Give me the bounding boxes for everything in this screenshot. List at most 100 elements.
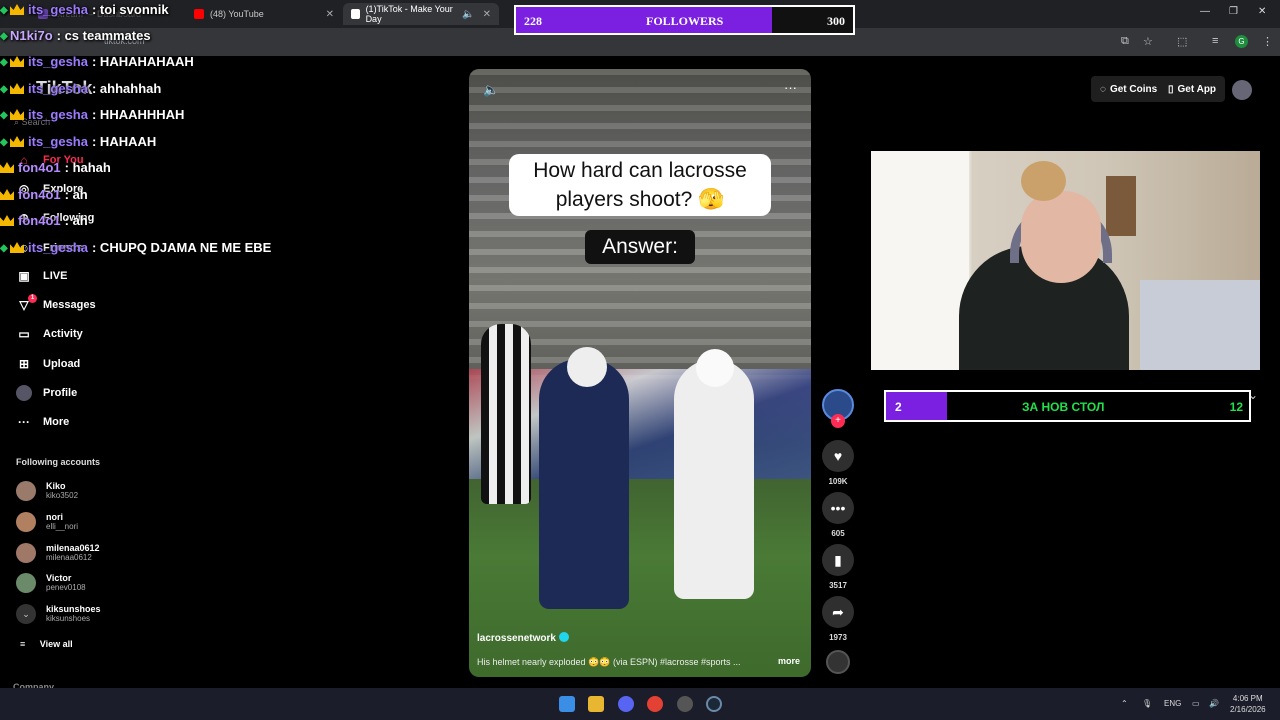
followers-current: 228: [524, 14, 542, 28]
file-explorer-icon[interactable]: [588, 696, 604, 712]
obs-icon[interactable]: [677, 696, 693, 712]
chat-message: fon4o1 : ah: [0, 213, 88, 228]
install-app-icon[interactable]: ⧉: [1121, 35, 1129, 48]
chat-message: ◆ its_gesha : HHAAHHHAH: [0, 107, 184, 122]
account-item[interactable]: Victor penev0108: [16, 573, 86, 593]
share-button[interactable]: ➦: [822, 596, 854, 628]
view-all-link[interactable]: ≡ View all: [20, 639, 73, 649]
chat-message: ◆ its_gesha : HAHAAH: [0, 134, 156, 149]
follow-plus-icon[interactable]: +: [831, 414, 845, 428]
video-more-icon[interactable]: ···: [784, 80, 797, 95]
volume-icon[interactable]: 🔊: [1209, 699, 1219, 708]
network-icon[interactable]: ▭: [1192, 699, 1200, 708]
chrome-icon[interactable]: [647, 696, 663, 712]
get-app-button[interactable]: ▯ Get App: [1162, 77, 1222, 101]
tab-youtube-label: (48) YouTube: [210, 9, 264, 19]
tiktok-chat-icon: ◆: [0, 109, 8, 121]
close-tab-icon[interactable]: ✕: [326, 9, 334, 20]
microphone-icon[interactable]: 🎙: [1142, 699, 1152, 708]
like-button[interactable]: ♥: [822, 440, 854, 472]
reading-list-icon[interactable]: ≡: [1212, 35, 1218, 47]
tab-youtube[interactable]: (48) YouTube ✕: [186, 3, 342, 25]
chat-message: ◆ its_gesha : CHUPQ DJAMA NE ME EBE: [0, 240, 271, 255]
get-coins-button[interactable]: ◌ Get Coins: [1094, 77, 1163, 101]
video-description: His helmet nearly exploded 😳😳 (via ESPN)…: [477, 657, 741, 667]
browser-menu-icon[interactable]: ⋮: [1262, 35, 1273, 48]
comment-icon: •••: [830, 500, 846, 516]
tray-chevron-icon[interactable]: ⌃: [1121, 699, 1128, 708]
chat-text: : HAHAAH: [91, 134, 157, 149]
crown-icon: [0, 189, 14, 200]
video-author[interactable]: lacrossenetwork: [477, 632, 569, 644]
bookmark-star-icon[interactable]: ☆: [1143, 35, 1153, 48]
chat-text: : HAHAHAHAAH: [91, 54, 194, 69]
music-disc-icon[interactable]: [826, 650, 850, 674]
crown-icon: [10, 56, 24, 67]
minimize-icon[interactable]: —: [1200, 6, 1210, 17]
mute-icon[interactable]: 🔈: [483, 82, 499, 98]
save-button[interactable]: ▮: [822, 544, 854, 576]
comment-button[interactable]: •••: [822, 492, 854, 524]
account-item[interactable]: Kiko kiko3502: [16, 481, 78, 501]
account-handle: milenaa0612: [46, 553, 92, 562]
nav-live[interactable]: ▣ LIVE: [16, 268, 67, 284]
followers-target: 300: [827, 14, 845, 28]
stream-goal-target: 12: [1229, 400, 1243, 414]
account-item[interactable]: ⌄ kiksunshoes kiksunshoes: [16, 604, 101, 624]
nav-profile-label: Profile: [43, 387, 78, 399]
tiktok-chat-icon: ◆: [0, 83, 8, 95]
chat-text: : CHUPQ DJAMA NE ME EBE: [91, 240, 272, 255]
chat-user: its_gesha: [28, 81, 88, 96]
discord-icon[interactable]: [618, 696, 634, 712]
taskbar-clock[interactable]: 4:06 PM 2/16/2026: [1230, 693, 1266, 715]
chat-user: its_gesha: [28, 54, 88, 69]
nav-activity[interactable]: ▭ Activity: [16, 326, 82, 342]
chat-user: its_gesha: [28, 107, 88, 122]
chat-text: : HHAAHHHAH: [91, 107, 185, 122]
language-indicator[interactable]: ENG: [1164, 699, 1181, 708]
avatar[interactable]: [1232, 80, 1252, 100]
mute-tab-icon[interactable]: 🔈: [462, 9, 474, 20]
account-name: Kiko: [46, 481, 66, 491]
chat-message: fon4o1 : hahah: [0, 160, 111, 175]
live-tv-icon: ▣: [18, 269, 30, 283]
crown-icon: [10, 242, 24, 253]
account-name: kiksunshoes: [46, 604, 101, 614]
chevron-down-icon[interactable]: ⌄: [1248, 388, 1258, 402]
crown-icon: [10, 136, 24, 147]
account-item[interactable]: milenaa0612 milenaa0612: [16, 543, 100, 563]
tiktok-chat-icon: ◆: [0, 30, 8, 42]
video-answer-label: Answer:: [585, 230, 695, 264]
messages-icon: ▽ 1: [16, 294, 37, 313]
account-name: Victor: [46, 573, 72, 583]
description-more-link[interactable]: more: [778, 656, 800, 666]
restore-icon[interactable]: ❐: [1229, 6, 1238, 17]
windows-start-icon[interactable]: [559, 696, 575, 712]
tab-tiktok-label: (1)TikTok - Make Your Day: [365, 4, 453, 24]
like-count: 109K: [828, 477, 848, 486]
close-tab-icon[interactable]: ✕: [483, 9, 491, 20]
chat-user: its_gesha: [28, 2, 88, 17]
chat-user: its_gesha: [28, 134, 88, 149]
tab-tiktok[interactable]: (1)TikTok - Make Your Day 🔈 ✕: [343, 3, 499, 25]
account-item[interactable]: nori elli__nori: [16, 512, 78, 532]
nav-more[interactable]: ··· More: [16, 414, 69, 430]
steam-icon[interactable]: [706, 696, 722, 712]
comment-count: 605: [831, 529, 845, 538]
nav-profile[interactable]: Profile: [16, 385, 77, 401]
followers-goal-fill: [516, 7, 773, 33]
windows-taskbar: [0, 688, 1280, 720]
browser-profile-avatar[interactable]: G: [1235, 35, 1248, 48]
get-app-label: Get App: [1177, 83, 1217, 95]
nav-upload-label: Upload: [43, 358, 81, 370]
nav-live-label: LIVE: [43, 270, 68, 282]
chat-message: ◆ N1ki7o : cs teammates: [0, 28, 151, 43]
nav-messages[interactable]: ▽ 1 Messages: [16, 294, 96, 313]
extensions-icon[interactable]: ⬚: [1177, 35, 1187, 48]
crown-icon: [10, 109, 24, 120]
video-player[interactable]: 🔈 ··· How hard can lacrosse players shoo…: [469, 69, 811, 677]
tiktok-chat-icon: ◆: [0, 136, 8, 148]
tiktok-favicon-icon: [351, 9, 360, 19]
nav-upload[interactable]: ⊞ Upload: [16, 356, 80, 372]
close-window-icon[interactable]: ✕: [1258, 6, 1266, 17]
